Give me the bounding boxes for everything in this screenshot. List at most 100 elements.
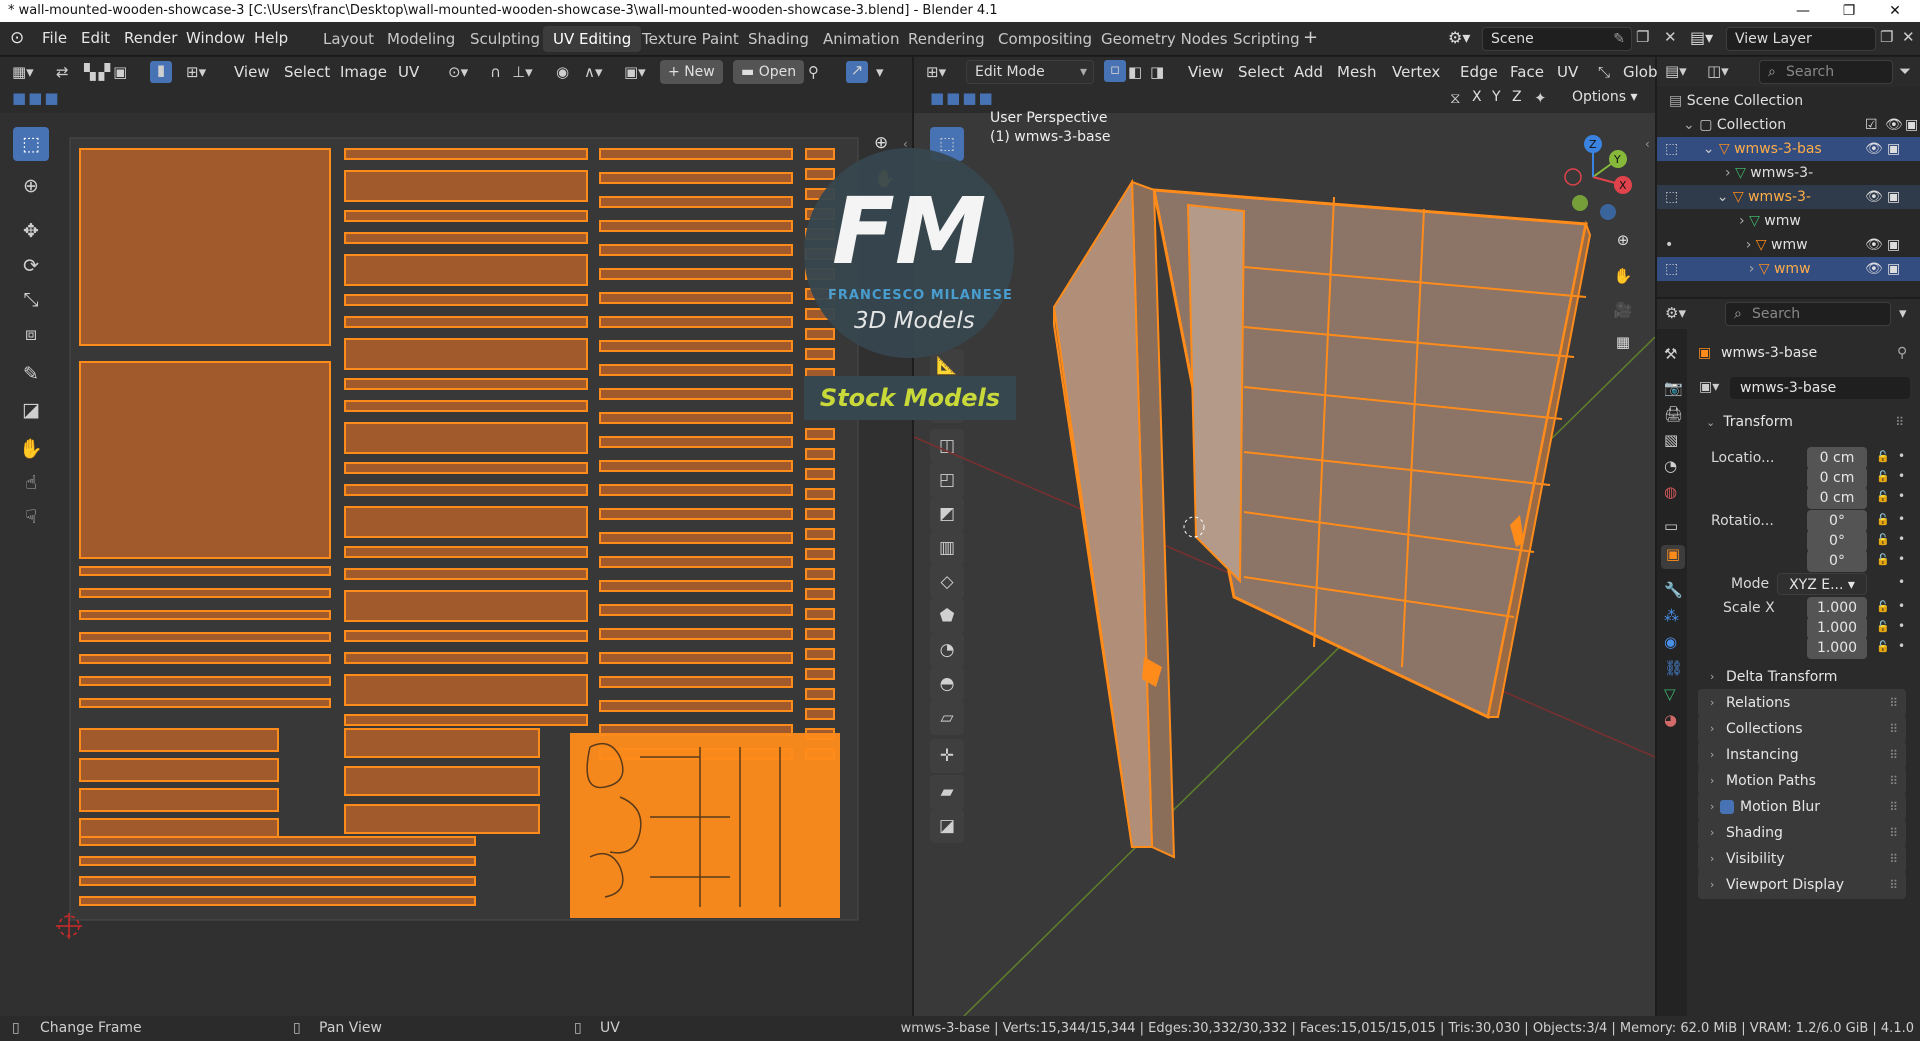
lock-icon[interactable]: 🔓 [1876,533,1890,546]
checkbox-icon[interactable]: ☑ [1865,113,1878,137]
render-tab-icon[interactable]: 📷 [1664,379,1683,397]
tab-uv-editing[interactable]: UV Editing [543,26,642,52]
keyframe-dot-icon[interactable]: • [1898,552,1905,566]
eye-icon[interactable]: 👁 [1865,137,1883,161]
motion-blur-panel[interactable]: › Motion Blur ⠿ [1698,793,1906,821]
new-scene-icon[interactable]: ❐ [1636,28,1649,46]
outliner-item[interactable]: ⬚ › ▽ wmw 👁 ▣ [1657,257,1920,281]
keyframe-dot-icon[interactable]: • [1898,449,1905,463]
instancing-panel[interactable]: › Instancing ⠿ [1698,741,1906,769]
outliner-item[interactable]: ⬚ ⌄ ▽ wmws-3-bas 👁 ▣ [1657,137,1920,161]
outliner-search[interactable]: ⌕ Search [1759,60,1893,84]
keyframe-dot-icon[interactable]: • [1898,489,1905,503]
transform-panel-header[interactable]: ⌄ Transform ⠿ [1698,407,1910,437]
tool-tab-icon[interactable]: ⚒ [1664,345,1677,363]
pin-icon[interactable]: ⚲ [1897,345,1907,361]
lock-icon[interactable]: 🔓 [1876,450,1890,463]
editor-type-icon[interactable]: ⚙▾ [1665,304,1686,322]
scale-z-field[interactable]: 1.000 [1807,637,1867,659]
chevron-down-icon[interactable]: ▾ [1899,304,1907,322]
material-tab-icon[interactable]: ◕ [1664,711,1677,729]
eye-icon[interactable]: 👁 [1865,257,1883,281]
datablock-browse-icon[interactable]: ▣▾ [1699,379,1719,395]
lock-icon[interactable]: 🔓 [1876,620,1890,633]
outliner-scene-collection[interactable]: ▤ Scene Collection [1669,89,1920,113]
tab-geometry-nodes[interactable]: Geometry Nodes [1091,26,1238,52]
world-tab-icon[interactable]: ◍ [1664,483,1677,501]
outliner-item[interactable]: ⬚ ⌄ ▽ wmws-3- 👁 ▣ [1657,185,1920,209]
relations-panel[interactable]: › Relations ⠿ [1698,689,1906,717]
tab-modeling[interactable]: Modeling [377,26,465,52]
tab-shading[interactable]: Shading [738,26,819,52]
view-layer-selector[interactable]: View Layer [1726,27,1876,51]
expand-icon[interactable]: › [1683,261,1755,277]
modifier-tab-icon[interactable]: 🔧 [1664,581,1683,599]
object-tab-icon[interactable]: ▣ [1661,545,1685,569]
expand-icon[interactable]: ⌄ [1683,189,1729,205]
grip-icon[interactable]: ⠿ [1895,407,1904,437]
rotation-y-field[interactable]: 0° [1807,530,1867,552]
properties-search[interactable]: ⌕ Search [1725,302,1891,326]
tab-scripting[interactable]: Scripting [1223,26,1310,52]
filter-icon[interactable]: ⏷ [1899,62,1911,80]
uv-canvas[interactable] [0,57,912,1016]
keyframe-dot-icon[interactable]: • [1898,639,1905,653]
eye-icon[interactable]: 👁 [1885,113,1903,137]
minimize-icon[interactable]: — [1780,0,1826,22]
collection-tab-icon[interactable]: ▭ [1664,517,1678,535]
delta-transform-panel[interactable]: › Delta Transform [1698,663,1906,691]
edit-mode-icon[interactable]: ⬚ [1657,141,1678,157]
keyframe-dot-icon[interactable]: • [1898,599,1905,613]
lock-icon[interactable]: 🔓 [1876,490,1890,503]
lock-icon[interactable]: 🔓 [1876,513,1890,526]
keyframe-dot-icon[interactable]: • [1898,575,1905,589]
menu-edit[interactable]: Edit [81,29,110,47]
camera-icon[interactable]: ▣ [1887,257,1900,281]
keyframe-dot-icon[interactable]: • [1898,512,1905,526]
outliner-item[interactable]: › ▽ wmws-3- [1657,161,1914,185]
menu-help[interactable]: Help [254,29,288,47]
menu-window[interactable]: Window [186,29,245,47]
outliner-item[interactable]: › ▽ wmw [1657,209,1914,233]
keyframe-dot-icon[interactable]: • [1898,469,1905,483]
edit-mode-icon[interactable]: ⬚ [1657,189,1678,205]
output-tab-icon[interactable]: 🖨 [1664,405,1683,423]
tab-sculpting[interactable]: Sculpting [460,26,550,52]
remove-scene-icon[interactable]: ✕ [1664,28,1677,46]
constraints-tab-icon[interactable]: ⛓ [1664,659,1683,677]
collections-panel[interactable]: › Collections ⠿ [1698,715,1906,743]
camera-icon[interactable]: ▣ [1887,233,1900,257]
editor-type-icon[interactable]: ▤▾ [1665,62,1687,80]
rotation-z-field[interactable]: 0° [1807,550,1867,572]
scene-tab-icon[interactable]: ◔ [1664,457,1677,475]
3d-viewport[interactable]: ⊞▾ Edit Mode ▾ ▫ ◧ ◨ View Select Add Mes… [804,57,1658,1016]
expand-icon[interactable]: › [1657,213,1745,229]
remove-view-layer-icon[interactable]: ✕ [1902,28,1915,46]
camera-icon[interactable]: ▣ [1887,137,1900,161]
rotation-mode-select[interactable]: XYZ E... ▾ [1777,573,1867,595]
menu-render[interactable]: Render [124,29,177,47]
eye-icon[interactable]: 👁 [1865,185,1883,209]
expand-icon[interactable]: › [1678,237,1752,253]
tab-texture-paint[interactable]: Texture Paint [632,26,749,52]
camera-icon[interactable]: ▣ [1887,185,1900,209]
tab-rendering[interactable]: Rendering [898,26,995,52]
edit-mode-icon[interactable]: ⬚ [1657,261,1678,277]
physics-tab-icon[interactable]: ◉ [1664,633,1677,651]
scene-selector[interactable]: Scene ✎ [1482,27,1632,51]
view-layer-icon[interactable]: ▤▾ [1690,28,1713,47]
scale-y-field[interactable]: 1.000 [1807,617,1867,639]
add-workspace-icon[interactable]: + [1303,27,1318,48]
expand-icon[interactable]: ⌄ [1683,141,1715,157]
eye-icon[interactable]: 👁 [1865,233,1883,257]
blender-logo-icon[interactable]: ⊙ [10,28,24,48]
datablock-name-field[interactable]: wmws-3-base [1730,377,1910,399]
motion-paths-panel[interactable]: › Motion Paths ⠿ [1698,767,1906,795]
location-x-field[interactable]: 0 cm [1807,447,1867,469]
display-mode-icon[interactable]: ◫▾ [1707,62,1729,80]
lock-icon[interactable]: 🔓 [1876,553,1890,566]
shading-panel[interactable]: › Shading ⠿ [1698,819,1906,847]
lock-icon[interactable]: 🔓 [1876,470,1890,483]
particles-tab-icon[interactable]: ⁂ [1664,607,1679,625]
tab-layout[interactable]: Layout [313,26,384,52]
